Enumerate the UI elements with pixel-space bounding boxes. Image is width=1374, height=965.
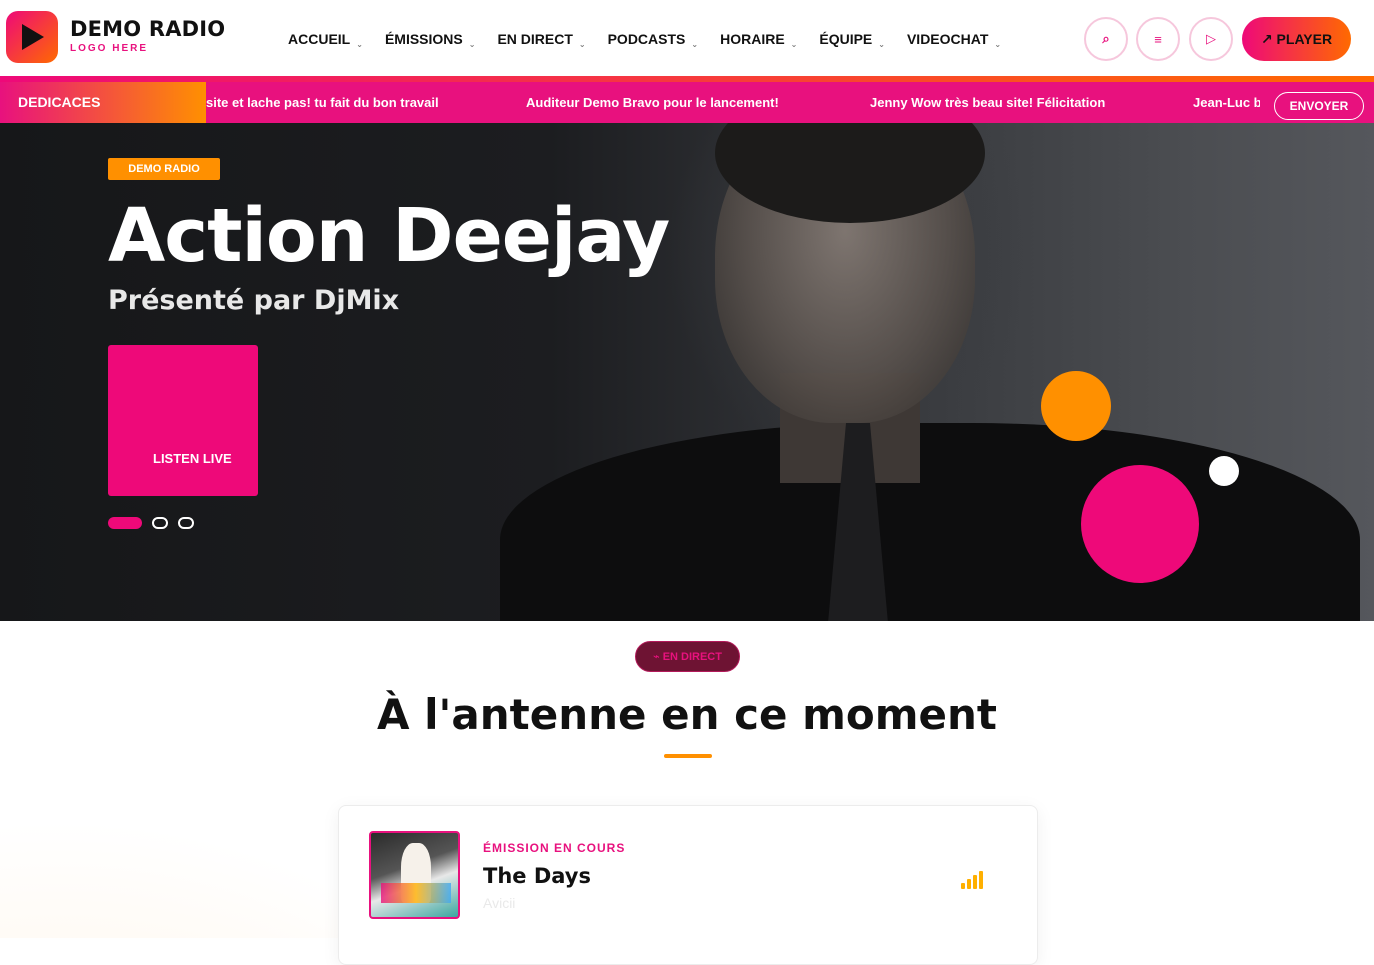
chevron-down-icon: ⌄ [994,40,1002,49]
album-cover [369,831,460,919]
equalizer-bar [967,879,971,889]
nav-label: VIDEOCHAT [906,31,989,47]
chevron-down-icon: ⌄ [578,40,586,49]
nav-item-videochat[interactable]: VIDEOCHAT ⌄ [907,31,1001,49]
main-nav: ACCUEIL ⌄ ÉMISSIONS ⌄ EN DIRECT ⌄ PODCASTS ⌄… [288,31,1023,49]
site-header: DEMO RADIO LOGO HERE ACCUEIL ⌄ ÉMISSIONS ⌄… [0,0,1374,76]
hero-title: Action Deejay [108,193,670,279]
decor-circle-white [1209,456,1239,486]
nav-item-equipe[interactable]: ÉQUIPE ⌄ [819,31,885,49]
listen-live-label: LISTEN LIVE [153,451,232,466]
nav-item-horaire[interactable]: HORAIRE ⌄ [720,31,797,49]
hero-subtitle: Présenté par DjMix [108,285,400,316]
search-icon: ⌕ [1102,31,1110,46]
player-button[interactable]: ↗ PLAYER [1242,17,1351,61]
hero-badge: DEMO RADIO [108,158,220,180]
now-playing-card[interactable]: ÉMISSION EN COURS The Days Avicii [338,805,1038,965]
equalizer-bar [961,883,965,889]
nav-item-accueil[interactable]: ACCUEIL ⌄ [288,31,363,49]
nav-label: EN DIRECT [497,31,573,47]
ticker-message: Auditeur Demo Bravo pour le lancement! [526,95,779,110]
nav-label: HORAIRE [720,31,785,47]
logo-tagline: LOGO HERE [70,43,149,54]
nav-item-en-direct[interactable]: EN DIRECT ⌄ [497,31,585,49]
chevron-down-icon: ⌄ [691,40,699,49]
listen-live-button[interactable]: LISTEN LIVE [108,345,258,496]
logo-play-icon[interactable] [6,11,58,63]
hero-slider: DEMO RADIO Action Deejay Présenté par Dj… [0,123,1374,621]
chevron-down-icon: ⌄ [790,40,798,49]
chevron-down-icon: ⌄ [356,40,363,49]
live-pill: ⌁ EN DIRECT [635,641,740,672]
nav-item-emissions[interactable]: ÉMISSIONS ⌄ [385,31,476,49]
track-title: The Days [483,864,591,888]
chevron-down-icon: ⌄ [468,40,476,49]
hero-photo-body [500,423,1360,621]
logo-title[interactable]: DEMO RADIO [70,17,225,41]
chevron-down-icon: ⌄ [878,40,885,49]
title-underline [664,754,712,758]
nav-label: ÉQUIPE [819,31,873,47]
nav-label: ACCUEIL [288,31,351,47]
equalizer-bar [979,871,983,889]
ticker-track: site et lache pas! tu fait du bon travai… [206,82,1260,123]
nav-label: PODCASTS [607,31,686,47]
menu-icon: ≡ [1154,31,1162,47]
section-title: À l'antenne en ce moment [377,690,997,739]
nav-item-podcasts[interactable]: PODCASTS ⌄ [608,31,699,49]
dedicaces-ticker: DEDICACES site et lache pas! tu fait du … [0,82,1374,123]
ticker-message: Jean-Luc beau [1193,95,1260,110]
search-button[interactable]: ⌕ [1084,17,1128,61]
slider-dot[interactable] [178,517,194,529]
slider-dot[interactable] [152,517,168,529]
equalizer-icon [961,869,983,889]
ticker-message: Jenny Wow très beau site! Félicitation [870,95,1106,110]
play-icon: ▷ [1206,31,1216,46]
slider-dot-active[interactable] [108,517,142,529]
menu-button[interactable]: ≡ [1136,17,1180,61]
decor-circle-orange [1041,371,1111,441]
decor-circle-pink [1081,465,1199,583]
nav-label: ÉMISSIONS [384,31,463,47]
send-dedication-button[interactable]: ENVOYER [1274,92,1364,120]
ticker-label: DEDICACES [0,82,206,123]
ticker-message: site et lache pas! tu fait du bon travai… [206,95,439,110]
play-button[interactable]: ▷ [1189,17,1233,61]
now-playing-label: ÉMISSION EN COURS [483,841,626,855]
track-artist: Avicii [483,895,516,911]
equalizer-bar [973,875,977,889]
